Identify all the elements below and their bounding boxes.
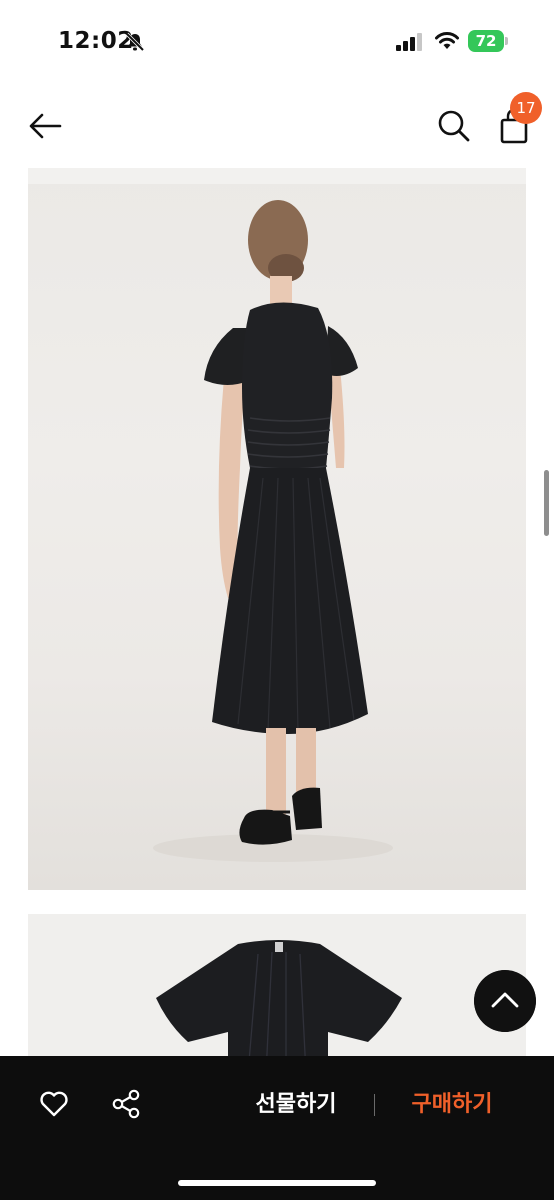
status-time: 12:02 (58, 28, 134, 54)
battery-level: 72 (475, 32, 497, 50)
navigation-bar (0, 80, 554, 170)
scroll-to-top-button[interactable] (474, 970, 536, 1032)
product-image-list[interactable] (0, 168, 554, 1056)
wifi-icon (435, 32, 459, 49)
battery-indicator: 72 (468, 30, 508, 52)
heart-icon[interactable] (38, 1088, 70, 1120)
home-indicator (178, 1180, 376, 1186)
share-icon[interactable] (110, 1088, 142, 1120)
action-divider (374, 1094, 375, 1116)
buy-button[interactable]: 구매하기 (396, 1088, 508, 1122)
bottom-action-bar: 선물하기 구매하기 (0, 1056, 554, 1200)
cellular-signal-icon (396, 33, 422, 51)
product-photo-model-back (28, 168, 526, 890)
model-figure-illustration (153, 200, 393, 862)
search-icon[interactable] (436, 108, 472, 144)
battery-cap (505, 37, 508, 45)
gift-button[interactable]: 선물하기 (240, 1088, 352, 1122)
arrow-left-icon[interactable] (26, 106, 66, 146)
bell-off-icon (125, 32, 145, 52)
product-photo-dress-flat (28, 914, 526, 1056)
status-bar: 12:02 72 (0, 0, 554, 80)
product-detail-screen: 12:02 72 17 선물하기 구매하기 (0, 0, 554, 1200)
cart-count-badge: 17 (510, 92, 542, 124)
dress-product-illustration (156, 940, 402, 1056)
scroll-indicator[interactable] (544, 470, 549, 536)
